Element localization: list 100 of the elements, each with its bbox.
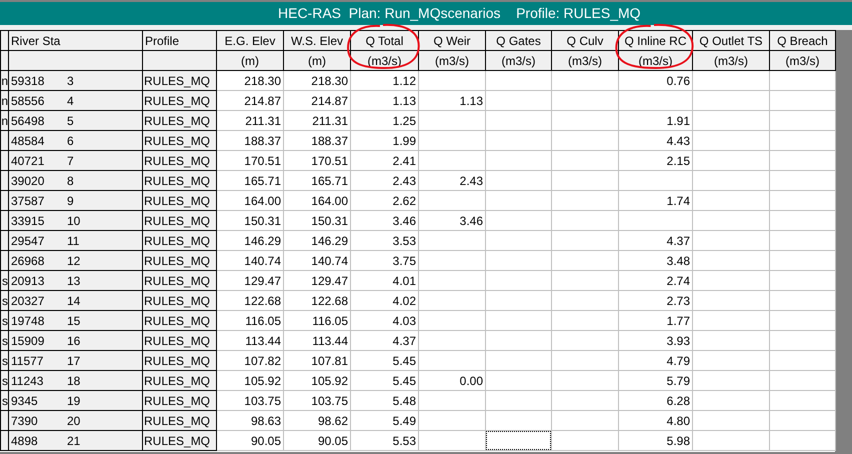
station-index: 15 (67, 314, 80, 328)
table-cell: 116.05 (216, 310, 284, 330)
station-index: 6 (67, 134, 74, 148)
station-number: 37587 (11, 192, 46, 210)
table-cell: 2.74 (618, 270, 692, 290)
station-index: 10 (67, 214, 80, 228)
table-cell: 4.37 (618, 230, 692, 250)
row-label-cell: s (0, 370, 8, 390)
table-cell: 1.25 (350, 110, 418, 130)
focus-rectangle[interactable] (486, 431, 551, 450)
station-number: 7390 (11, 412, 39, 430)
table-cell (770, 390, 836, 410)
station-index: 14 (67, 294, 80, 308)
table-cell: 5.98 (618, 430, 692, 450)
station-index: 4 (67, 94, 74, 108)
station-index: 3 (67, 74, 74, 88)
table-cell: 90.05 (284, 430, 350, 450)
table-cell: 3.46 (418, 210, 486, 230)
unit-header: (m) (216, 50, 284, 70)
profile-cell: RULES_MQ (142, 430, 216, 450)
table-cell: 3.75 (350, 250, 418, 270)
row-label-cell: n (0, 110, 8, 130)
table-cell: 1.74 (618, 190, 692, 210)
table-cell: 5.49 (350, 410, 418, 430)
table-cell: 2.62 (350, 190, 418, 210)
table-cell: 0.00 (418, 370, 486, 390)
station-number: 9345 (11, 392, 39, 410)
station-number: 19748 (11, 312, 46, 330)
table-cell: 90.05 (216, 430, 284, 450)
station-number: 26968 (11, 252, 46, 270)
table-cell: 4.79 (618, 350, 692, 370)
table-cell: 3.48 (618, 250, 692, 270)
table-cell: 116.05 (284, 310, 350, 330)
table-cell (770, 350, 836, 370)
table-cell: 218.30 (284, 70, 350, 90)
profile-cell: RULES_MQ (142, 210, 216, 230)
table-cell: 5.48 (350, 390, 418, 410)
table-cell: 1.99 (350, 130, 418, 150)
table-cell: 3.46 (350, 210, 418, 230)
row-label-cell: s (0, 350, 8, 370)
table-cell: 2.41 (350, 150, 418, 170)
station-number: 11577 (11, 352, 44, 370)
table-cell: 164.00 (284, 190, 350, 210)
station-number: 58556 (11, 92, 46, 110)
profile-cell: RULES_MQ (142, 230, 216, 250)
table-cell: 103.75 (216, 390, 284, 410)
table-cell: 1.12 (350, 70, 418, 90)
table-cell (770, 170, 836, 190)
column-header[interactable]: Profile (142, 30, 216, 50)
column-header[interactable]: River Sta (8, 30, 142, 50)
profile-cell: RULES_MQ (142, 330, 216, 350)
table-cell: 3.53 (350, 230, 418, 250)
column-header[interactable]: Q Weir (418, 30, 486, 50)
profile-cell: RULES_MQ (142, 290, 216, 310)
station-index: 11 (67, 234, 80, 248)
column-header[interactable]: Q Inline RC (618, 30, 692, 50)
station-index: 9 (67, 194, 74, 208)
unit-header: (m3/s) (486, 50, 552, 70)
column-header[interactable]: Q Breach (770, 30, 836, 50)
profile-cell: RULES_MQ (142, 350, 216, 370)
column-header[interactable]: Q Gates (486, 30, 552, 50)
unit-header: (m) (284, 50, 350, 70)
profile-cell: RULES_MQ (142, 390, 216, 410)
table-cell: 6.28 (618, 390, 692, 410)
table-cell: 211.31 (284, 110, 350, 130)
table-cell: 4.03 (350, 310, 418, 330)
table-cell (770, 210, 836, 230)
table-cell (770, 410, 836, 430)
column-header[interactable]: Q Outlet TS (692, 30, 770, 50)
table-cell: 4.02 (350, 290, 418, 310)
table-cell: 3.93 (618, 330, 692, 350)
profile-cell: RULES_MQ (142, 410, 216, 430)
station-index: 18 (67, 374, 80, 388)
station-number: 33915 (11, 212, 46, 230)
table-cell: 2.43 (350, 170, 418, 190)
table-cell (770, 110, 836, 130)
table-cell: 4.01 (350, 270, 418, 290)
table-cell: 107.82 (216, 350, 284, 370)
table-cell: 5.45 (350, 350, 418, 370)
column-header[interactable]: E.G. Elev (216, 30, 284, 50)
profile-cell: RULES_MQ (142, 250, 216, 270)
table-cell: 4.43 (618, 130, 692, 150)
profile-cell: RULES_MQ (142, 170, 216, 190)
profile-cell: RULES_MQ (142, 110, 216, 130)
table-cell: 140.74 (216, 250, 284, 270)
table-cell (770, 230, 836, 250)
row-label-cell: s (0, 330, 8, 350)
unit-header: (m3/s) (692, 50, 770, 70)
row-label-cell: n (0, 70, 8, 90)
unit-header: (m3/s) (770, 50, 836, 70)
table-cell (770, 90, 836, 110)
table-cell (770, 310, 836, 330)
column-header[interactable]: Q Culv (552, 30, 618, 50)
column-header[interactable]: W.S. Elev (284, 30, 350, 50)
column-header[interactable]: Q Total (350, 30, 418, 50)
table-cell (770, 250, 836, 270)
window-title: HEC-RAS Plan: Run_MQscenarios Profile: RULES_MQ (278, 4, 641, 23)
profile-cell: RULES_MQ (142, 70, 216, 90)
profile-cell: RULES_MQ (142, 90, 216, 110)
profile-cell: RULES_MQ (142, 130, 216, 150)
